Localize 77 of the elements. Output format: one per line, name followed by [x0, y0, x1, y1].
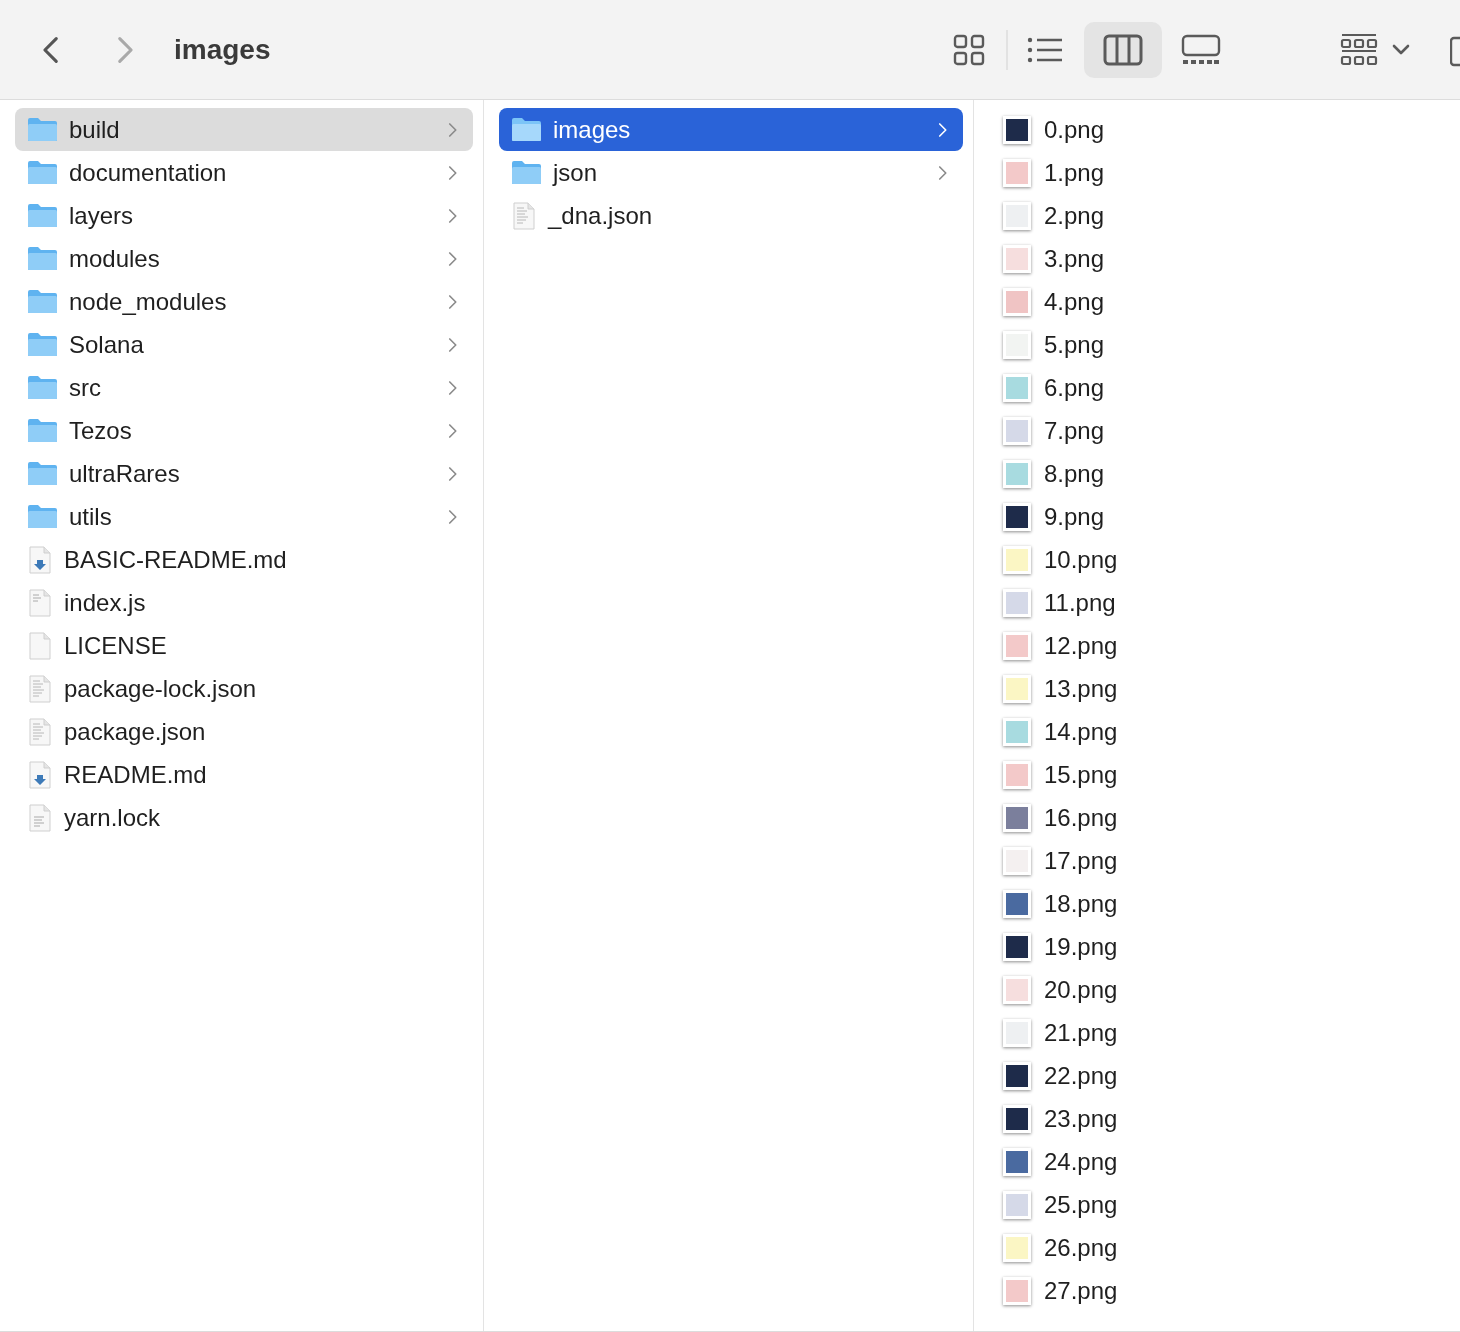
file-row[interactable]: 0.png — [989, 108, 1450, 151]
download-arrow-file-icon — [27, 760, 53, 789]
grid-view-icon — [953, 33, 985, 66]
folder-icon — [511, 117, 542, 142]
file-row[interactable]: 23.png — [989, 1097, 1450, 1140]
folder-icon — [27, 504, 58, 529]
folder-row[interactable]: modules — [15, 237, 473, 280]
file-row[interactable]: yarn.lock — [15, 796, 473, 839]
folder-row[interactable]: utils — [15, 495, 473, 538]
caret-icon — [1392, 43, 1410, 56]
text-file-icon — [27, 803, 53, 832]
folder-icon — [27, 160, 58, 185]
file-row[interactable]: 10.png — [989, 538, 1450, 581]
window-title: images — [174, 33, 271, 66]
file-row[interactable]: _dna.json — [499, 194, 963, 237]
file-row[interactable]: 26.png — [989, 1226, 1450, 1269]
file-row[interactable]: 8.png — [989, 452, 1450, 495]
file-row[interactable]: 18.png — [989, 882, 1450, 925]
download-arrow-file-icon — [27, 545, 53, 574]
file-row[interactable]: 21.png — [989, 1011, 1450, 1054]
file-row[interactable]: 9.png — [989, 495, 1450, 538]
file-row[interactable]: 19.png — [989, 925, 1450, 968]
gallery-view-icon — [1181, 33, 1221, 66]
file-row[interactable]: 27.png — [989, 1269, 1450, 1312]
file-row[interactable]: 17.png — [989, 839, 1450, 882]
file-row[interactable]: package.json — [15, 710, 473, 753]
file-row[interactable]: 22.png — [989, 1054, 1450, 1097]
file-row[interactable]: 6.png — [989, 366, 1450, 409]
file-row[interactable]: 14.png — [989, 710, 1450, 753]
folder-row[interactable]: ultraRares — [15, 452, 473, 495]
file-row[interactable]: 3.png — [989, 237, 1450, 280]
file-row[interactable]: BASIC-README.md — [15, 538, 473, 581]
folder-icon — [27, 246, 58, 271]
file-row[interactable]: 16.png — [989, 796, 1450, 839]
file-row[interactable]: LICENSE — [15, 624, 473, 667]
folder-row[interactable]: json — [499, 151, 963, 194]
file-row[interactable]: 2.png — [989, 194, 1450, 237]
folder-icon — [27, 418, 58, 443]
folder-row[interactable]: src — [15, 366, 473, 409]
script-file-icon — [27, 588, 53, 617]
document-icon — [27, 717, 53, 746]
folder-row[interactable]: node_modules — [15, 280, 473, 323]
folder-icon — [511, 160, 542, 185]
folder-icon — [27, 375, 58, 400]
folder-icon — [27, 289, 58, 314]
file-row[interactable]: 25.png — [989, 1183, 1450, 1226]
file-row[interactable]: 20.png — [989, 968, 1450, 1011]
folder-row[interactable]: Tezos — [15, 409, 473, 452]
folder-icon — [27, 117, 58, 142]
blank-file-icon — [27, 631, 53, 660]
document-icon — [511, 201, 537, 230]
group-grid-icon — [1340, 32, 1378, 67]
view-mode-button[interactable] — [1084, 21, 1162, 78]
file-row[interactable]: 1.png — [989, 151, 1450, 194]
file-row[interactable]: 4.png — [989, 280, 1450, 323]
folder-row[interactable]: Solana — [15, 323, 473, 366]
file-row[interactable]: 11.png — [989, 581, 1450, 624]
file-row[interactable]: index.js — [15, 581, 473, 624]
file-row[interactable]: 5.png — [989, 323, 1450, 366]
folder-row[interactable]: documentation — [15, 151, 473, 194]
file-row[interactable]: 13.png — [989, 667, 1450, 710]
file-row[interactable]: package-lock.json — [15, 667, 473, 710]
folder-row[interactable]: layers — [15, 194, 473, 237]
folder-row[interactable]: images — [499, 108, 963, 151]
folder-row[interactable]: build — [15, 108, 473, 151]
folder-icon — [27, 461, 58, 486]
folder-icon — [27, 332, 58, 357]
column-view-icon — [1103, 33, 1143, 66]
file-row[interactable]: 12.png — [989, 624, 1450, 667]
file-row[interactable]: README.md — [15, 753, 473, 796]
group-button[interactable] — [1340, 32, 1410, 67]
file-row[interactable]: 15.png — [989, 753, 1450, 796]
list-view-icon — [1027, 35, 1063, 64]
document-icon — [27, 674, 53, 703]
file-row[interactable]: 7.png — [989, 409, 1450, 452]
folder-icon — [27, 203, 58, 228]
file-row[interactable]: 24.png — [989, 1140, 1450, 1183]
